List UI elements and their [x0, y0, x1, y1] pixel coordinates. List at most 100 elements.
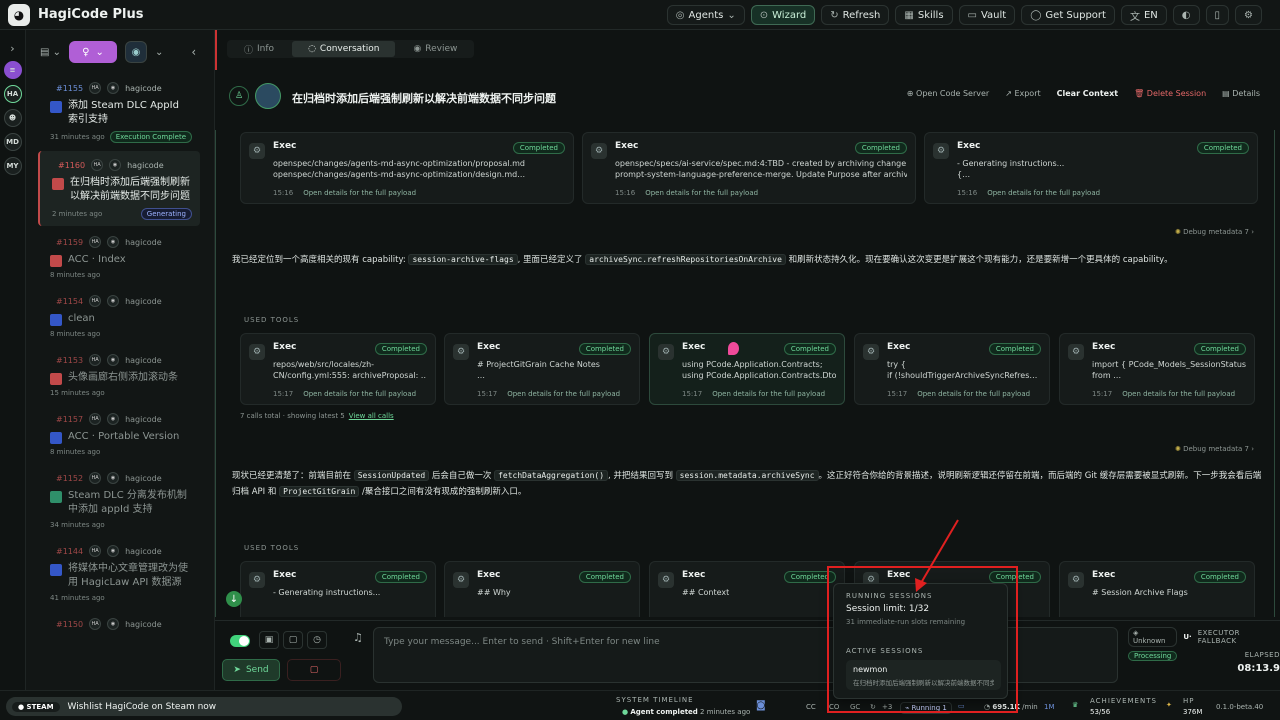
tool-card[interactable]: ⚙ Exec Completed using PCode.Application…	[649, 333, 845, 405]
status-badge: Completed	[1196, 142, 1249, 154]
auto-mode-toggle[interactable]	[230, 635, 250, 647]
idea-filter-button[interactable]: ♀ ⌄	[69, 41, 118, 63]
list-item[interactable]: #1153 HA ◉ hagicode 头像画廊右侧添加滚动条 15 minutes …	[38, 346, 200, 403]
open-code-server-button[interactable]: ⊕ Open Code Server	[907, 89, 989, 98]
steam-banner[interactable]: ● STEAM Wishlist HagiCode on Steam now	[6, 697, 402, 716]
all-projects-icon[interactable]: ≡	[3, 61, 22, 79]
avatar: ◉	[107, 472, 120, 484]
rail-item-my[interactable]: MY	[3, 157, 22, 175]
tool-card[interactable]: ⚙ Exec Completed openspec/specs/ai-servi…	[582, 132, 916, 204]
project-avatar[interactable]: ◉	[125, 41, 148, 63]
list-item[interactable]: #1157 HA ◉ hagicode ACC · Portable Version …	[38, 405, 200, 462]
tool-card-title: Exec	[682, 342, 706, 352]
debug-label: Debug metadata	[1183, 445, 1243, 453]
open-details-link[interactable]: Open details for the full payload	[507, 390, 620, 398]
settings-button[interactable]: ⚙	[1235, 5, 1262, 25]
tab-conversation[interactable]: ◌ Conversation	[292, 41, 396, 57]
send-button[interactable]: ➤ Send	[222, 659, 280, 681]
eye-icon: ◉	[413, 44, 422, 54]
list-item[interactable]: #1154 HA ◉ hagicode clean 8 minutes ago	[38, 287, 200, 344]
vault-button[interactable]: ▭ Vault	[958, 5, 1016, 25]
open-details-link[interactable]: Open details for the full payload	[1122, 390, 1235, 398]
list-item[interactable]: #1159 HA ◉ hagicode ACC · Index 8 minutes a…	[38, 228, 200, 285]
debug-label: Debug metadata	[1183, 228, 1243, 236]
clear-context-button[interactable]: Clear Context	[1057, 89, 1118, 98]
tool-card-line: {…	[957, 170, 971, 179]
message-text: , 里面已经定义了	[517, 255, 583, 265]
tool-card-title: Exec	[957, 141, 981, 151]
tool-card[interactable]: ⚙ Exec Completed # ProjectGitGrain Cache…	[444, 333, 640, 405]
tool-card[interactable]: ⚙ Exec Completed ## Why	[444, 561, 640, 617]
clock-icon[interactable]: ◷	[307, 631, 327, 649]
tab-conversation-label: Conversation	[319, 44, 380, 54]
list-item[interactable]: #1144 HA ◉ hagicode 将媒体中心文章管理改为使用 HagicLaw …	[38, 537, 200, 608]
chat-bubble-icon[interactable]: ▢	[283, 631, 303, 649]
export-button[interactable]: ↗ Export	[1005, 89, 1040, 98]
chevron-down-icon: ⌄	[95, 46, 104, 58]
session-title: 添加 Steam DLC AppId 索引支持	[68, 100, 179, 125]
open-details-link[interactable]: Open details for the full payload	[303, 390, 416, 398]
tool-card[interactable]: ⚙ Exec Completed - Generating instructio…	[924, 132, 1258, 204]
session-time: 8 minutes ago	[50, 330, 101, 338]
rail-item-md[interactable]: MD	[3, 133, 22, 151]
message-text: 我已经定位到一个高度相关的现有 capability:	[232, 255, 406, 265]
wizard-button[interactable]: ⊙ Wizard	[750, 5, 816, 25]
session-user: hagicode	[125, 237, 162, 247]
tab-review[interactable]: ◉ Review	[397, 41, 473, 57]
session-user: hagicode	[125, 414, 162, 424]
tool-card[interactable]: ⚙ Exec Completed - Generating instructio…	[240, 561, 436, 617]
debug-metadata-toggle[interactable]: ✺ Debug metadata 7 ›	[1175, 445, 1254, 453]
tool-card-title: Exec	[273, 570, 297, 580]
gear-icon: ⚙	[658, 572, 674, 588]
debug-metadata-toggle[interactable]: ✺ Debug metadata 7 ›	[1175, 228, 1254, 236]
chat-app-icon[interactable]: ◙	[756, 700, 766, 711]
cc-icon[interactable]: CC	[806, 703, 816, 711]
refresh-button[interactable]: ↻ Refresh	[821, 5, 890, 25]
tab-info[interactable]: ⓘ Info	[228, 41, 290, 57]
image-upload-icon[interactable]: ▣	[259, 631, 279, 649]
skills-icon: ▦	[904, 9, 914, 21]
expand-rail-icon[interactable]: ›	[0, 42, 25, 55]
list-item[interactable]: #1150 HA ◉ hagicode	[38, 610, 200, 636]
chevron-down-icon[interactable]: ⌄	[155, 47, 163, 58]
tool-card[interactable]: ⚙ Exec Completed # Session Archive Flags	[1059, 561, 1255, 617]
list-item[interactable]: #1160 HA ◉ hagicode 在归档时添加后端强制刷新以解决前端数据不同步问…	[38, 151, 200, 226]
tool-card[interactable]: ⚙ Exec Completed import { PCode_Models_S…	[1059, 333, 1255, 405]
scroll-to-bottom-button[interactable]: ↓	[226, 591, 242, 607]
gear-icon: ⚙	[1068, 344, 1084, 360]
open-details-link[interactable]: Open details for the full payload	[303, 189, 416, 197]
tool-card[interactable]: ⚙ Exec Completed openspec/changes/agents…	[240, 132, 574, 204]
inline-code: archiveSync.refreshRepositoriesOnArchive	[585, 254, 786, 265]
mobile-button[interactable]: ▯	[1205, 5, 1230, 25]
theme-toggle[interactable]: ◐	[1172, 5, 1200, 25]
tool-card[interactable]: ⚙ Exec Completed repos/web/src/locales/z…	[240, 333, 436, 405]
list-item[interactable]: #1152 HA ◉ hagicode Steam DLC 分离发布机制中添加 app…	[38, 464, 200, 535]
rail-avatar-icon[interactable]: ☻	[3, 109, 22, 127]
layout-icon[interactable]: ▤ ⌄	[40, 47, 61, 58]
calls-total: 7 calls total · showing latest 5	[240, 412, 345, 420]
language-button[interactable]: 文 EN	[1120, 5, 1167, 25]
skills-button[interactable]: ▦ Skills	[895, 5, 953, 25]
get-support-button[interactable]: ◯ Get Support	[1021, 5, 1115, 25]
tool-card-line: ## Context	[682, 588, 730, 597]
view-all-calls-link[interactable]: View all calls	[349, 412, 394, 420]
microphone-icon[interactable]: ♫	[353, 631, 363, 644]
stop-button[interactable]: ▢	[287, 659, 341, 681]
open-details-link[interactable]: Open details for the full payload	[645, 189, 758, 197]
tool-card-title: Exec	[1092, 570, 1116, 580]
tool-card-line: # ProjectGitGrain Cache Notes	[477, 360, 600, 369]
collapse-sidebar-icon[interactable]: ‹	[191, 45, 196, 59]
details-button[interactable]: ▤ Details	[1222, 89, 1260, 98]
agents-button[interactable]: ◎ Agents ⌄	[666, 5, 745, 25]
open-details-link[interactable]: Open details for the full payload	[712, 390, 825, 398]
list-item[interactable]: #1155 HA ◉ hagicode 添加 Steam DLC AppId 索引支持…	[38, 74, 200, 149]
avatar: HA	[89, 472, 102, 484]
open-details-link[interactable]: Open details for the full payload	[917, 390, 1030, 398]
rail-item-ha[interactable]: HA	[3, 85, 22, 103]
executor-select[interactable]: ◈ Unknown	[1128, 627, 1178, 647]
open-details-link[interactable]: Open details for the full payload	[987, 189, 1100, 197]
tool-card[interactable]: ⚙ Exec Completed try { if (!shouldTrigge…	[854, 333, 1050, 405]
agent-avatar	[255, 83, 281, 109]
tool-card[interactable]: ⚙ Exec Completed ## Context	[649, 561, 845, 617]
delete-session-button[interactable]: 🗑 Delete Session	[1134, 89, 1206, 98]
